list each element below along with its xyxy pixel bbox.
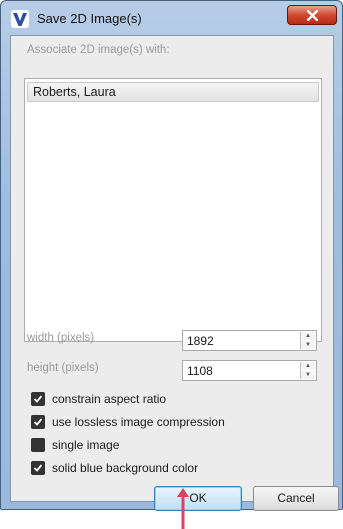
height-decrement-button[interactable]: ▼ [301, 371, 315, 379]
width-spinbox[interactable]: 1892 ▲ ▼ [182, 330, 317, 351]
width-value[interactable]: 1892 [187, 334, 214, 348]
associate-list[interactable]: Roberts, Laura [24, 78, 322, 342]
arrow-pointer-icon [177, 488, 189, 529]
checkbox-box[interactable] [31, 415, 45, 429]
checkmark-icon [33, 395, 43, 403]
width-decrement-button[interactable]: ▼ [301, 341, 315, 349]
checkbox-label: single image [52, 438, 120, 452]
ok-button[interactable]: OK [154, 486, 242, 511]
width-increment-button[interactable]: ▲ [301, 332, 315, 340]
dialog-body: Associate 2D image(s) with: Roberts, Lau… [10, 35, 339, 511]
close-icon [306, 9, 318, 22]
height-value[interactable]: 1108 [187, 364, 213, 378]
checkbox-label: use lossless image compression [52, 415, 225, 429]
checkmark-icon [33, 418, 43, 426]
window-title: Save 2D Image(s) [37, 11, 142, 26]
height-label: height (pixels) [27, 362, 99, 374]
width-label: width (pixels) [27, 332, 95, 344]
list-item[interactable]: Roberts, Laura [27, 82, 319, 102]
app-v-logo-icon [11, 10, 29, 28]
height-stepper[interactable]: ▲ ▼ [300, 362, 315, 379]
title-bar[interactable]: Save 2D Image(s) [1, 1, 342, 35]
close-button[interactable] [287, 5, 337, 25]
height-spinbox[interactable]: 1108 ▲ ▼ [182, 360, 317, 381]
dialog-window: Save 2D Image(s) Associate 2D image(s) w… [0, 0, 343, 511]
height-increment-button[interactable]: ▲ [301, 362, 315, 370]
checkbox-box[interactable] [31, 392, 45, 406]
checkbox-label: solid blue background color [52, 461, 199, 475]
checkbox-box[interactable] [31, 438, 45, 452]
checkbox-box[interactable] [31, 461, 45, 475]
checkbox-label: constrain aspect ratio [52, 392, 167, 406]
width-stepper[interactable]: ▲ ▼ [300, 332, 315, 349]
associate-label: Associate 2D image(s) with: [27, 44, 170, 56]
cancel-button[interactable]: Cancel [253, 486, 339, 511]
checkmark-icon [33, 464, 43, 472]
